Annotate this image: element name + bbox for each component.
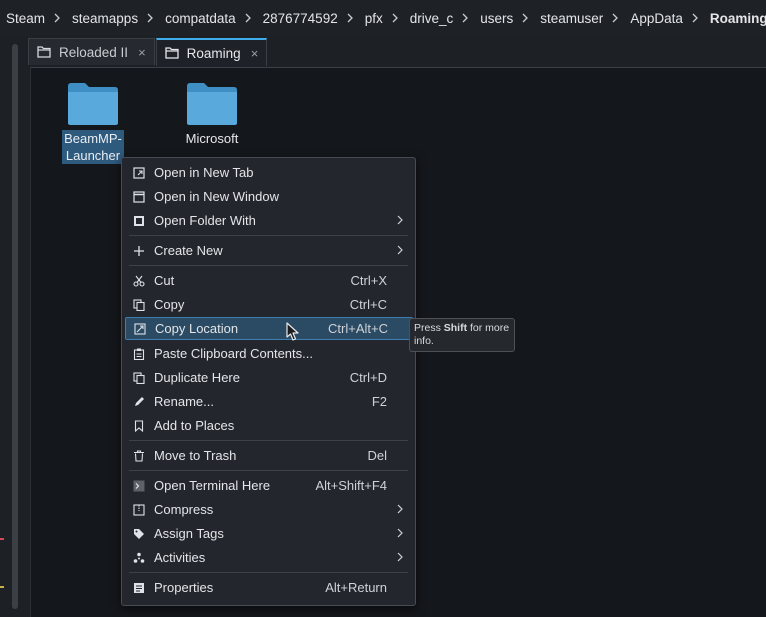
close-icon[interactable]: × [251,46,259,61]
left-gutter [0,36,28,616]
menu-separator [129,235,408,236]
mouse-cursor-icon [286,322,299,341]
duplicate-icon [132,371,145,384]
tab-roaming[interactable]: Roaming × [155,38,268,66]
menu-separator [129,572,408,573]
marker [0,586,4,588]
marker [0,538,4,540]
folder-tab-icon [37,46,51,58]
folder-icon [67,82,119,126]
menu-item-open-terminal-here[interactable]: Open Terminal Here Alt+Shift+F4 [125,474,411,497]
chevron-right-icon [397,502,403,517]
chevron-right-icon [142,13,159,23]
open-with-icon [132,214,145,227]
open-tab-icon [132,166,145,179]
open-window-icon [132,190,145,203]
chevron-right-icon [397,550,403,565]
menu-separator [129,470,408,471]
menu-item-assign-tags[interactable]: Assign Tags [125,522,411,545]
chevron-right-icon [397,243,403,258]
chevron-right-icon [387,13,404,23]
menu-item-properties[interactable]: Properties Alt+Return [125,576,411,599]
menu-item-open-in-new-window[interactable]: Open in New Window [125,185,411,208]
breadcrumb-item-users[interactable]: users [474,11,517,26]
tab-label: Reloaded II [59,44,129,60]
tag-icon [132,527,145,540]
copy-location-icon [133,322,146,335]
tab-reloaded-ii[interactable]: Reloaded II × [28,38,155,65]
menu-item-add-to-places[interactable]: Add to Places [125,414,411,437]
context-menu: Open in New Tab Open in New Window Open … [121,157,416,606]
chevron-right-icon [457,13,474,23]
breadcrumb-item-appid[interactable]: 2876774592 [257,11,342,26]
breadcrumb-item-pfx[interactable]: pfx [359,11,387,26]
breadcrumb-item-roaming[interactable]: Roaming [704,11,766,26]
properties-icon [132,581,145,594]
menu-item-rename[interactable]: Rename... F2 [125,390,411,413]
chevron-right-icon [687,13,704,23]
copy-icon [132,298,145,311]
trash-icon [132,449,145,462]
chevron-right-icon [517,13,534,23]
chevron-right-icon [342,13,359,23]
chevron-right-icon [49,13,66,23]
folder-item-microsoft[interactable]: Microsoft [162,82,262,148]
scissors-icon [132,274,145,287]
breadcrumb-item-drive-c[interactable]: drive_c [404,11,458,26]
menu-item-compress[interactable]: Compress [125,498,411,521]
menu-separator [129,265,408,266]
folder-icon [186,82,238,126]
menu-item-create-new[interactable]: Create New [125,239,411,262]
chevron-right-icon [240,13,257,23]
breadcrumb: Steam steamapps compatdata 2876774592 pf… [0,0,766,36]
plus-icon [132,244,145,257]
folder-tab-icon [165,47,179,59]
menu-item-cut[interactable]: Cut Ctrl+X [125,269,411,292]
chevron-right-icon [397,213,403,228]
paste-icon [132,347,145,360]
left-scrollbar[interactable] [12,44,18,609]
menu-separator [129,440,408,441]
menu-item-open-folder-with[interactable]: Open Folder With [125,209,411,232]
tab-bar: Reloaded II × Roaming × [28,38,268,66]
tooltip: Press Shift for more info. [409,318,515,352]
pencil-icon [132,395,145,408]
breadcrumb-item-steam[interactable]: Steam [0,11,49,26]
menu-item-activities[interactable]: Activities [125,546,411,569]
menu-item-copy[interactable]: Copy Ctrl+C [125,293,411,316]
menu-item-move-to-trash[interactable]: Move to Trash Del [125,444,411,467]
menu-item-copy-location[interactable]: Copy Location Ctrl+Alt+C [125,317,413,340]
menu-item-paste-clipboard-contents[interactable]: Paste Clipboard Contents... [125,342,411,365]
close-icon[interactable]: × [138,45,146,60]
folder-item-beammp-launcher[interactable]: BeamMP- Launcher [43,82,143,165]
breadcrumb-item-compatdata[interactable]: compatdata [159,11,240,26]
archive-icon [132,503,145,516]
chevron-right-icon [397,526,403,541]
chevron-right-icon [607,13,624,23]
bookmark-icon [132,419,145,432]
menu-item-open-in-new-tab[interactable]: Open in New Tab [125,161,411,184]
breadcrumb-item-steamapps[interactable]: steamapps [66,11,142,26]
folder-label: Microsoft [185,131,239,146]
folder-label: BeamMP- Launcher [62,130,124,164]
activities-icon [132,551,145,564]
menu-item-duplicate-here[interactable]: Duplicate Here Ctrl+D [125,366,411,389]
tab-label: Roaming [186,45,241,61]
terminal-icon [132,479,145,492]
breadcrumb-item-steamuser[interactable]: steamuser [534,11,607,26]
breadcrumb-item-appdata[interactable]: AppData [624,11,687,26]
